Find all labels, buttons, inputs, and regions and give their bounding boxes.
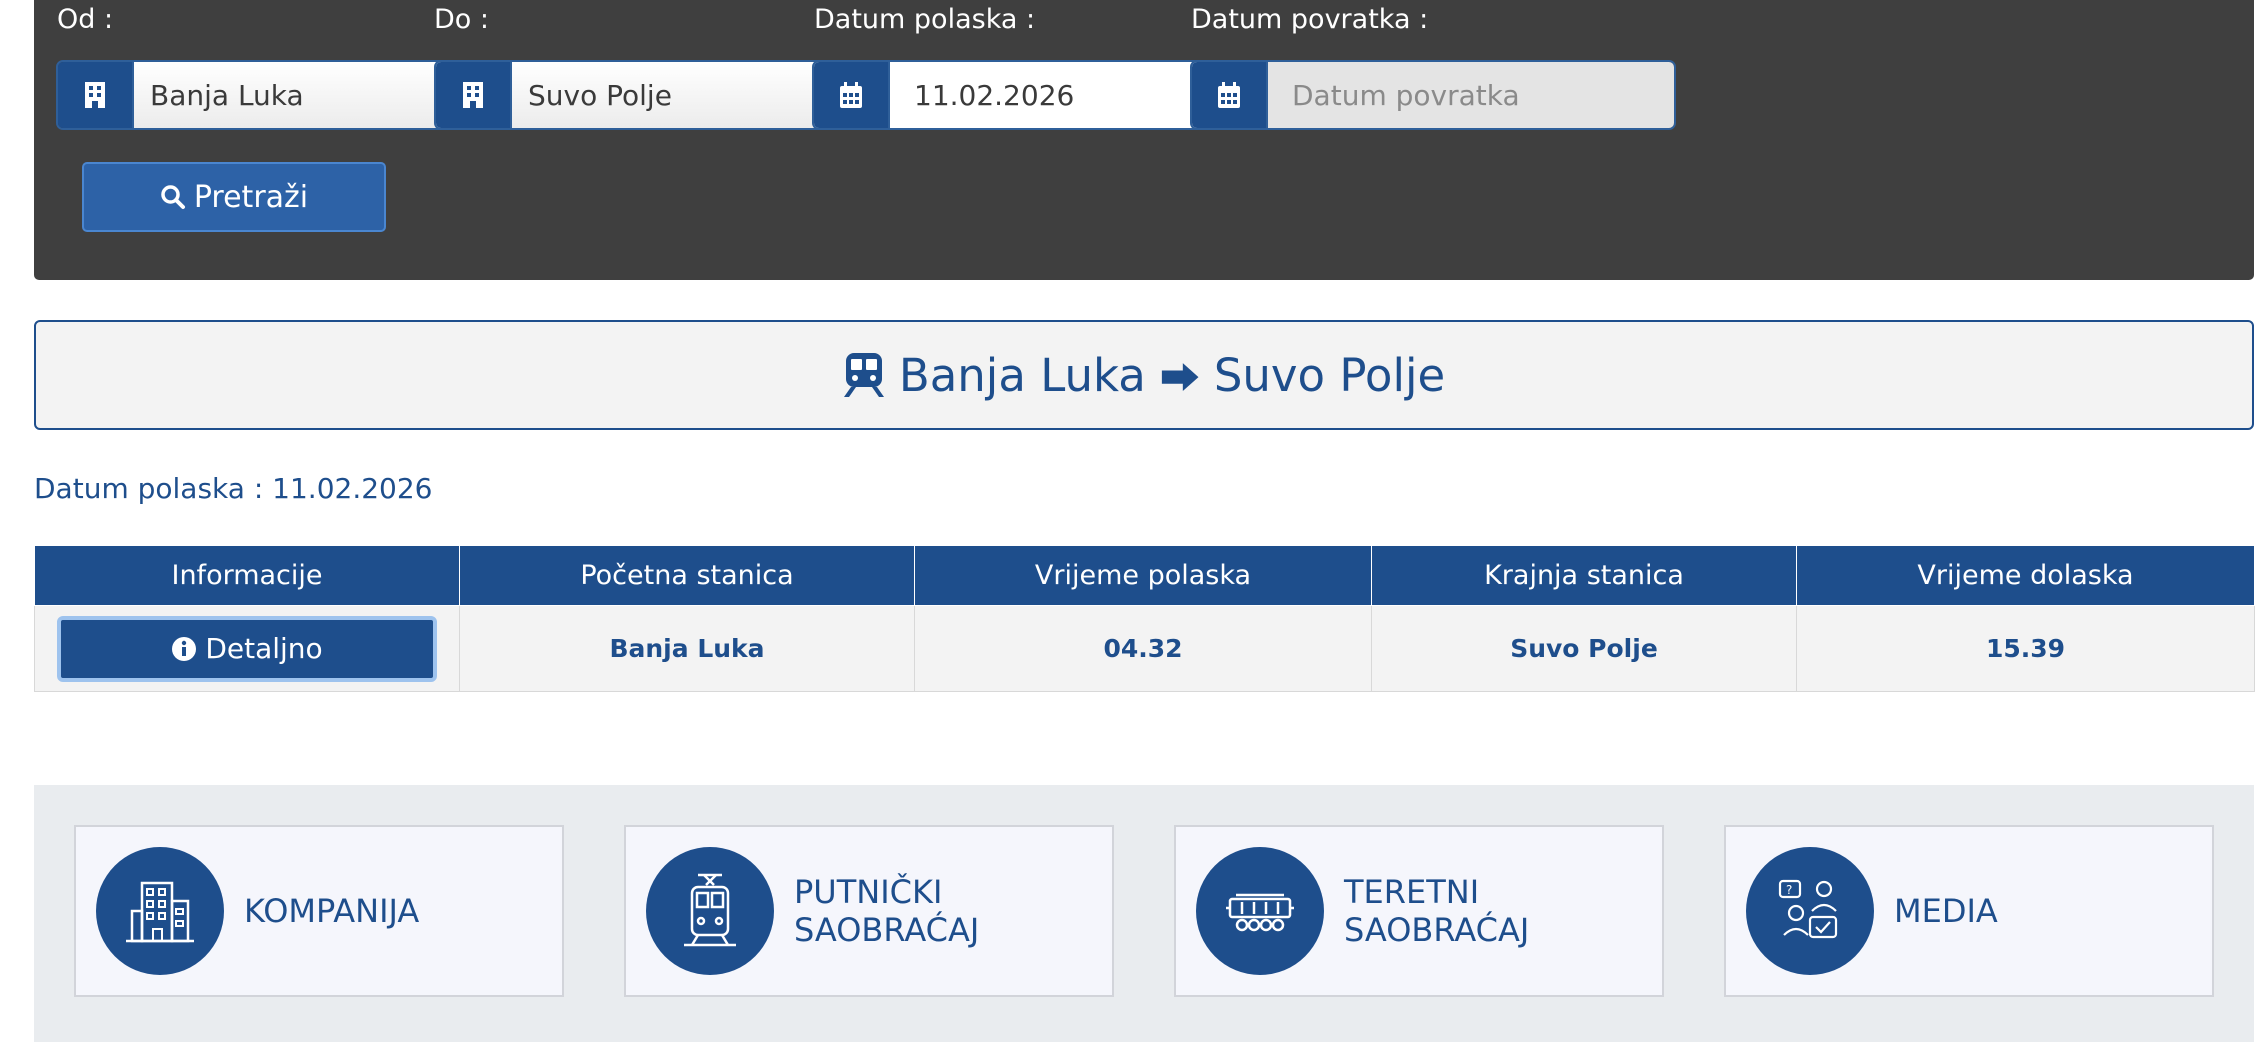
departure-time-cell: 04.32 <box>914 605 1372 692</box>
arrow-right-icon: ⮕ <box>1159 356 1200 402</box>
end-station-cell: Suvo Polje <box>1371 605 1797 692</box>
card-label: PUTNIČKI SAOBRAĆAJ <box>794 873 980 949</box>
station-icon <box>58 62 134 128</box>
header-vrijeme-dolaska: Vrijeme dolaska <box>1796 545 2255 606</box>
card-teretni-saobracaj[interactable]: TERETNI SAOBRAĆAJ <box>1174 825 1664 997</box>
route-destination: Suvo Polje <box>1213 348 1446 402</box>
to-label: Do : <box>434 4 489 35</box>
timetable: Informacije Početna stanica Vrijeme pola… <box>34 545 2255 692</box>
svg-text:?: ? <box>1786 883 1792 897</box>
start-station-cell: Banja Luka <box>459 605 915 692</box>
arrival-time-cell: 15.39 <box>1796 605 2255 692</box>
return-date-label: Datum povratka : <box>1191 4 1429 35</box>
route-banner: Banja Luka ⮕ Suvo Polje <box>34 320 2254 430</box>
header-informacije: Informacije <box>34 545 460 606</box>
train-icon <box>843 353 884 397</box>
card-label: MEDIA <box>1894 892 1998 930</box>
card-label: TERETNI SAOBRAĆAJ <box>1344 873 1530 949</box>
departure-date-label: Datum polaska : <box>814 4 1036 35</box>
return-date-field[interactable] <box>1190 60 1676 130</box>
quick-links-section: KOMPANIJA PUTNIČKI SAOBRAĆAJ TERETNI SAO… <box>34 785 2254 1042</box>
info-cell: Detaljno <box>34 605 460 692</box>
from-select-value: Banja Luka <box>150 78 304 112</box>
calendar-icon <box>814 62 890 128</box>
station-icon <box>436 62 512 128</box>
passenger-train-icon <box>646 847 774 975</box>
search-icon <box>161 185 185 209</box>
search-button[interactable]: Pretraži <box>82 162 386 232</box>
header-krajnja-stanica: Krajnja stanica <box>1371 545 1797 606</box>
header-pocetna-stanica: Početna stanica <box>459 545 915 606</box>
return-date-input[interactable] <box>1268 62 1674 128</box>
table-header-row: Informacije Početna stanica Vrijeme pola… <box>34 545 2255 606</box>
building-icon <box>96 847 224 975</box>
search-button-label: Pretraži <box>193 179 309 215</box>
card-putnicki-saobracaj[interactable]: PUTNIČKI SAOBRAĆAJ <box>624 825 1114 997</box>
freight-wagon-icon <box>1196 847 1324 975</box>
to-select-value: Suvo Polje <box>528 78 672 112</box>
info-icon <box>172 636 197 661</box>
card-kompanija[interactable]: KOMPANIJA <box>74 825 564 997</box>
details-button-label: Detaljno <box>205 632 323 665</box>
table-row: Detaljno Banja Luka 04.32 Suvo Polje 15.… <box>34 605 2255 692</box>
header-vrijeme-polaska: Vrijeme polaska <box>914 545 1372 606</box>
card-media[interactable]: ? MEDIA <box>1724 825 2214 997</box>
route-origin: Banja Luka <box>898 348 1146 402</box>
from-label: Od : <box>57 4 114 35</box>
departure-date-text: Datum polaska : 11.02.2026 <box>34 472 433 505</box>
calendar-icon <box>1192 62 1268 128</box>
card-label: KOMPANIJA <box>244 892 420 930</box>
search-panel: Od : Banja Luka Do : Suvo Polje Datum po… <box>34 0 2254 280</box>
details-button[interactable]: Detaljno <box>57 615 437 682</box>
media-people-icon: ? <box>1746 847 1874 975</box>
